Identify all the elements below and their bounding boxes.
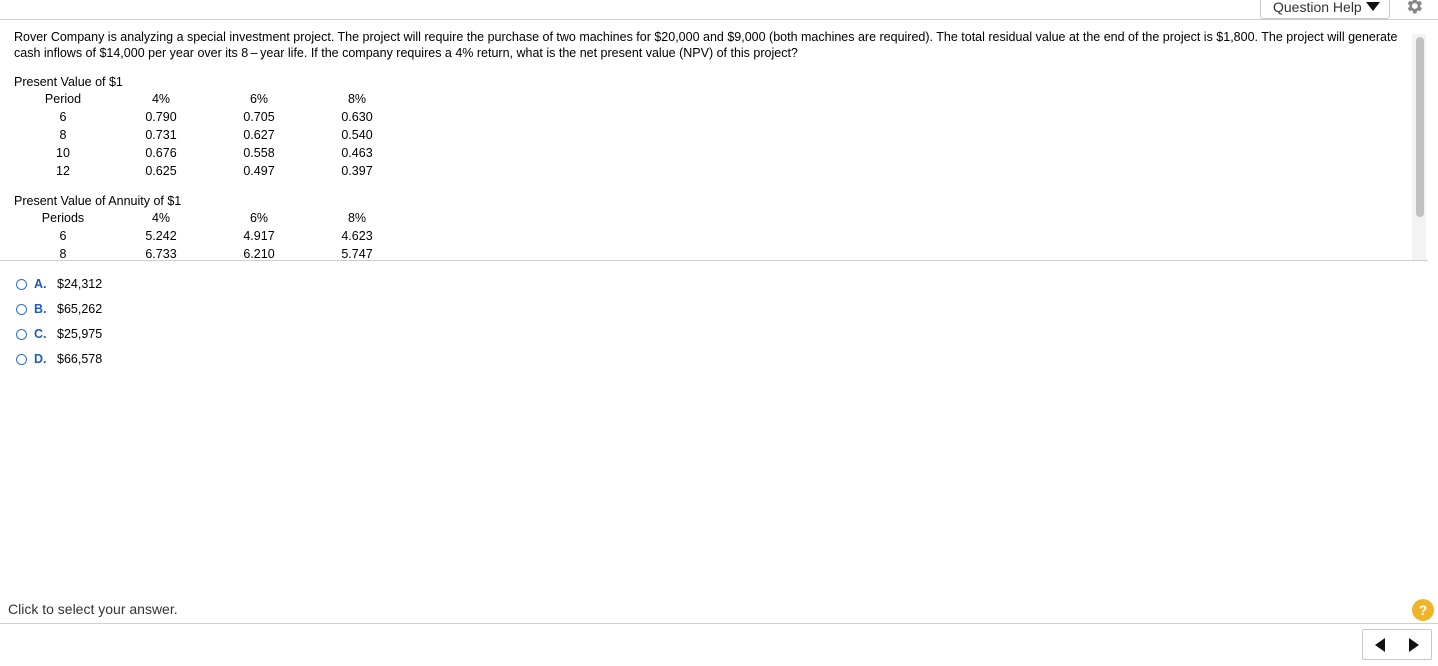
question-nav xyxy=(1362,629,1432,660)
option-letter: D. xyxy=(34,352,47,366)
pva-table-title: Present Value of Annuity of $1 xyxy=(14,194,182,208)
table-row: 10 0.676 0.558 0.463 xyxy=(14,144,406,162)
table-cell: 5.747 xyxy=(341,247,373,260)
question-help-button[interactable]: Question Help xyxy=(1260,0,1390,19)
option-text: $66,578 xyxy=(57,352,103,366)
table-cell: 0.497 xyxy=(243,164,275,178)
answer-option-d[interactable]: D. $66,578 xyxy=(16,350,102,368)
panel-divider xyxy=(0,260,1428,261)
table-cell: 0.540 xyxy=(341,128,373,142)
option-letter: C. xyxy=(34,327,47,341)
table-header-cell: 4% xyxy=(151,92,171,106)
previous-button[interactable] xyxy=(1363,630,1397,659)
next-button[interactable] xyxy=(1397,630,1431,659)
table-cell: 0.397 xyxy=(341,164,373,178)
table-cell: 0.790 xyxy=(145,110,177,124)
table-header-cell: Period xyxy=(44,92,82,106)
help-circle-icon[interactable]: ? xyxy=(1412,599,1434,621)
answer-option-c[interactable]: C. $25,975 xyxy=(16,325,102,343)
table-header-cell: 6% xyxy=(249,92,269,106)
table-cell: 0.625 xyxy=(145,164,177,178)
table-header-cell: Periods xyxy=(41,211,85,225)
table-cell: 6.733 xyxy=(145,247,177,260)
table-cell: 6.210 xyxy=(243,247,275,260)
option-text: $25,975 xyxy=(57,327,103,341)
table-cell: 0.630 xyxy=(341,110,373,124)
pva-table: Periods 4% 6% 8% 6 5.242 4.917 4.623 8 6… xyxy=(14,209,406,260)
table-cell: 10 xyxy=(56,146,70,160)
question-panel: Rover Company is analyzing a special inv… xyxy=(0,20,1428,260)
pv-table-title: Present Value of $1 xyxy=(14,75,123,89)
table-cell: 4.917 xyxy=(243,229,275,243)
table-cell: 0.558 xyxy=(243,146,275,160)
table-cell: 0.705 xyxy=(243,110,275,124)
option-text: $65,262 xyxy=(57,302,103,316)
table-row: 8 0.731 0.627 0.540 xyxy=(14,126,406,144)
radio-button[interactable] xyxy=(16,303,27,315)
footer-divider xyxy=(0,623,1438,624)
option-letter: A. xyxy=(34,277,47,291)
table-row: 6 0.790 0.705 0.630 xyxy=(14,108,406,126)
answer-option-a[interactable]: A. $24,312 xyxy=(16,275,102,293)
instruction-text: Click to select your answer. xyxy=(8,601,178,617)
pv-table: Period 4% 6% 8% 6 0.790 0.705 0.630 8 0.… xyxy=(14,90,406,180)
question-help-label: Question Help xyxy=(1273,0,1362,15)
gear-icon[interactable] xyxy=(1404,0,1424,16)
table-cell: 6 xyxy=(59,110,67,124)
table-header-cell: 8% xyxy=(347,211,367,225)
table-cell: 6 xyxy=(59,229,67,243)
table-cell: 0.627 xyxy=(243,128,275,142)
triangle-down-icon xyxy=(1365,2,1380,11)
option-letter: B. xyxy=(34,302,47,316)
table-cell: 0.731 xyxy=(145,128,177,142)
triangle-left-icon xyxy=(1375,637,1385,652)
table-header-row: Period 4% 6% 8% xyxy=(14,90,406,108)
radio-button[interactable] xyxy=(16,353,27,365)
table-cell: 12 xyxy=(56,164,70,178)
table-cell: 5.242 xyxy=(145,229,177,243)
option-text: $24,312 xyxy=(57,277,103,291)
table-cell: 4.623 xyxy=(341,229,373,243)
radio-button[interactable] xyxy=(16,328,27,340)
table-header-row: Periods 4% 6% 8% xyxy=(14,209,406,227)
table-cell: 0.463 xyxy=(341,146,373,160)
table-cell: 0.676 xyxy=(145,146,177,160)
scrollbar-thumb[interactable] xyxy=(1416,37,1424,217)
table-row: 6 5.242 4.917 4.623 xyxy=(14,227,406,245)
table-header-cell: 4% xyxy=(151,211,171,225)
table-row: 8 6.733 6.210 5.747 xyxy=(14,245,406,260)
table-header-cell: 6% xyxy=(249,211,269,225)
table-cell: 8 xyxy=(59,247,67,260)
question-text: Rover Company is analyzing a special inv… xyxy=(14,30,1398,60)
table-cell: 8 xyxy=(59,128,67,142)
answer-option-b[interactable]: B. $65,262 xyxy=(16,300,102,318)
radio-button[interactable] xyxy=(16,278,27,290)
table-header-cell: 8% xyxy=(347,92,367,106)
table-row: 12 0.625 0.497 0.397 xyxy=(14,162,406,180)
triangle-right-icon xyxy=(1409,637,1419,652)
